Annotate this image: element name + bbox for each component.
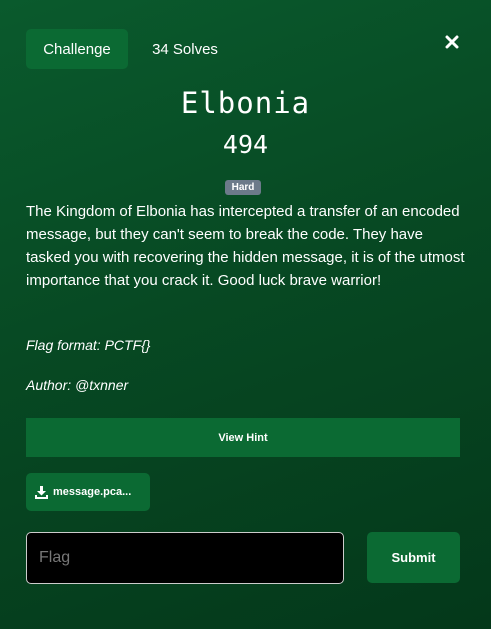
flag-format-text: Flag format: PCTF{}: [26, 337, 151, 353]
difficulty-badge: Hard: [225, 180, 261, 195]
close-icon: [445, 35, 459, 49]
author-text: Author: @txnner: [26, 377, 129, 393]
close-button[interactable]: [440, 30, 464, 54]
download-file-button[interactable]: message.pca...: [26, 473, 150, 511]
tab-solves[interactable]: 34 Solves: [140, 29, 230, 69]
submit-button[interactable]: Submit: [367, 532, 460, 583]
challenge-points: 494: [222, 130, 269, 159]
view-hint-button[interactable]: View Hint: [26, 418, 460, 457]
challenge-title: Elbonia: [180, 86, 311, 120]
flag-input[interactable]: [26, 532, 344, 584]
challenge-description: The Kingdom of Elbonia has intercepted a…: [26, 203, 465, 289]
challenge-modal: Challenge 34 Solves Elbonia 494 Hard The…: [0, 0, 491, 629]
file-name-label: message.pca...: [53, 486, 132, 498]
download-icon: [34, 485, 48, 499]
tab-challenge[interactable]: Challenge: [26, 29, 128, 69]
